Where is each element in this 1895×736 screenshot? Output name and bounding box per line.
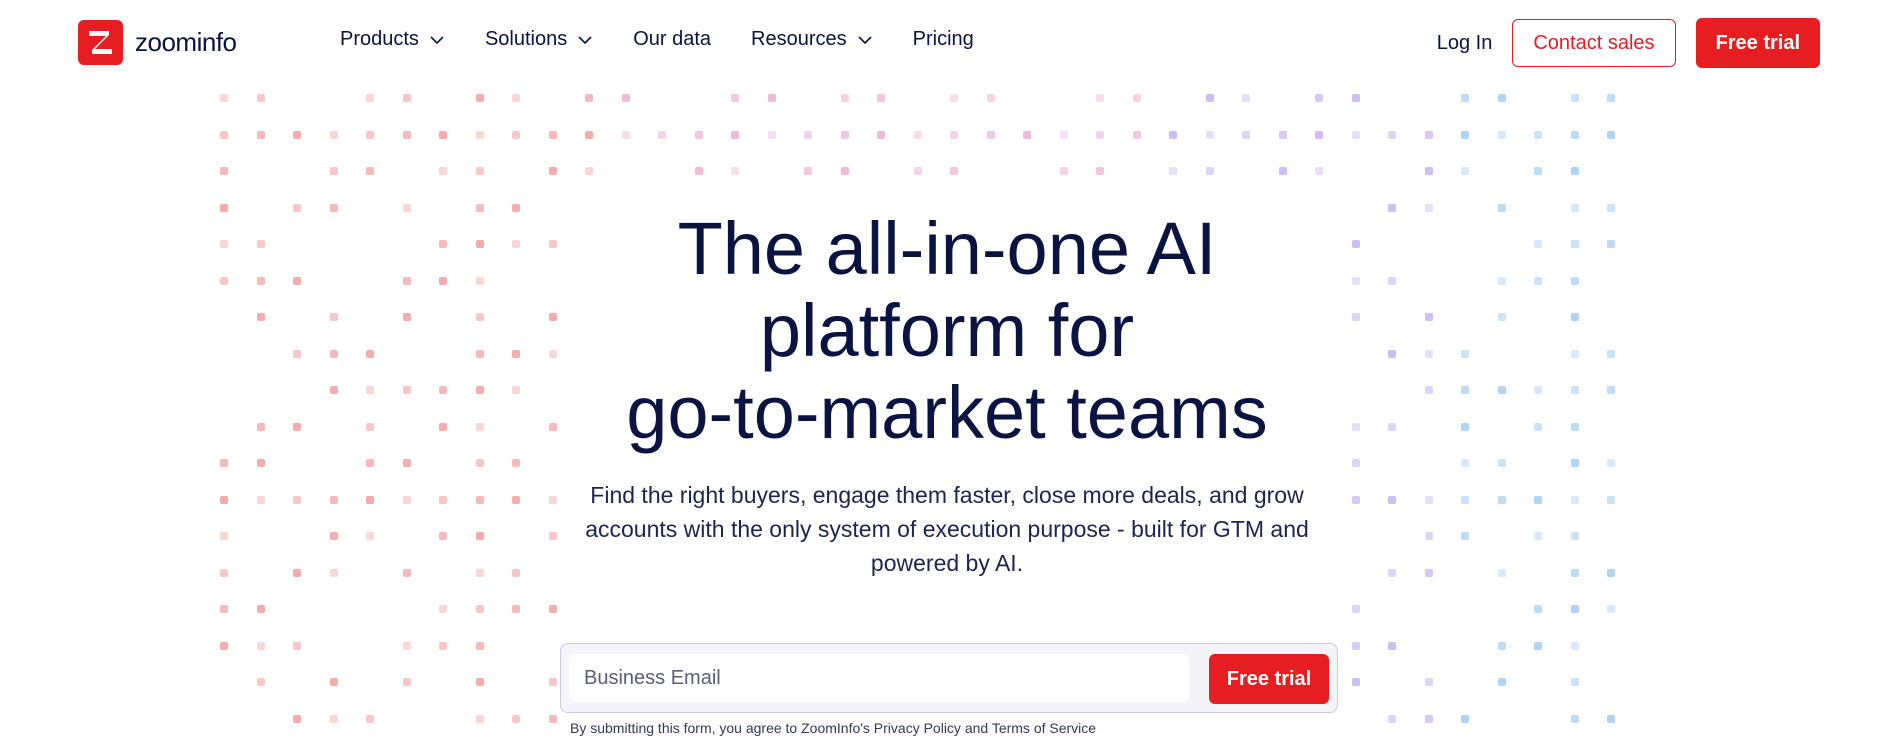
chevron-down-icon: [430, 35, 444, 44]
zoominfo-logo[interactable]: zoominfo: [78, 20, 237, 65]
nav-item-label: Our data: [633, 28, 712, 50]
headline-line: go-to-market teams: [626, 371, 1268, 454]
nav-item-pricing[interactable]: Pricing: [913, 28, 974, 51]
top-navigation: zoominfo Products Solutions Our data Res…: [0, 0, 1895, 86]
chevron-down-icon: [858, 35, 872, 44]
chevron-down-icon: [578, 35, 592, 44]
brand-name: zoominfo: [135, 27, 237, 57]
legal-disclaimer: By submitting this form, you agree to Zo…: [570, 720, 1097, 736]
nav-item-products[interactable]: Products: [340, 28, 445, 51]
signup-form: Free trial: [560, 643, 1338, 713]
hero-section: The all-in-one AI platform for go-to-mar…: [0, 0, 1895, 736]
free-trial-button[interactable]: Free trial: [1695, 18, 1820, 68]
headline-line: The all-in-one AI: [677, 207, 1217, 290]
contact-sales-button[interactable]: Contact sales: [1512, 19, 1676, 67]
nav-item-label: Products: [340, 28, 419, 50]
nav-item-solutions[interactable]: Solutions: [485, 28, 593, 51]
main-menu: Products Solutions Our data Resources Pr…: [340, 28, 974, 51]
nav-item-our-data[interactable]: Our data: [633, 28, 711, 51]
hero-subheading: Find the right buyers, engage them faste…: [585, 482, 1309, 576]
headline-line: platform for: [759, 289, 1135, 372]
hero-headline: The all-in-one AI platform for go-to-mar…: [447, 208, 1447, 454]
header-actions: Log In Contact sales Free trial: [1437, 18, 1820, 68]
login-link[interactable]: Log In: [1437, 32, 1493, 55]
business-email-input[interactable]: [569, 654, 1189, 702]
nav-item-label: Resources: [751, 28, 847, 50]
nav-item-resources[interactable]: Resources: [751, 28, 873, 51]
nav-item-label: Pricing: [912, 28, 974, 50]
zoominfo-logo-icon: [78, 20, 123, 65]
nav-item-label: Solutions: [484, 28, 568, 50]
form-free-trial-button[interactable]: Free trial: [1209, 654, 1329, 704]
